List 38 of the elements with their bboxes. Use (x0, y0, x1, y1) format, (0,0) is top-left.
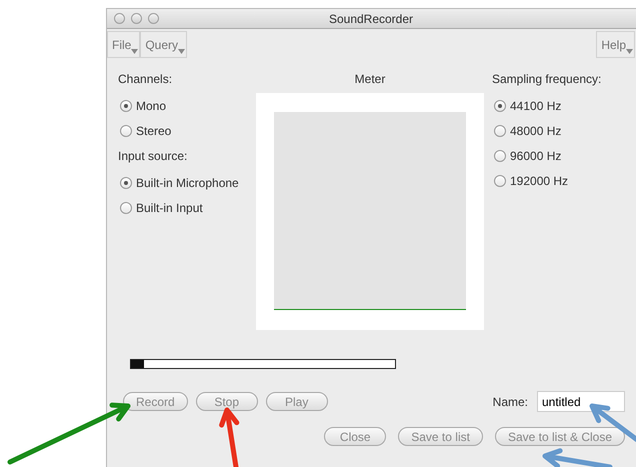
radio-label: 96000 Hz (510, 148, 562, 162)
radio-label: 44100 Hz (510, 98, 562, 112)
name-label: Name: (492, 394, 528, 408)
radio-button[interactable] (120, 100, 132, 112)
group-label: Channels: (118, 71, 174, 88)
caret-icon (178, 49, 186, 54)
radio-button[interactable] (494, 100, 506, 112)
dialog-button[interactable]: Close (324, 427, 386, 446)
caret-icon (131, 49, 138, 54)
window-control-button[interactable] (131, 13, 142, 24)
window-control-button[interactable] (148, 13, 159, 24)
name-field[interactable]: untitled (537, 391, 625, 412)
group-label: Input source: (118, 148, 188, 165)
radio-button[interactable] (120, 176, 132, 188)
transport-button[interactable]: Play (266, 392, 328, 411)
radio-label: 48000 Hz (510, 124, 562, 138)
radio-label: Built-in Microphone (136, 176, 239, 190)
meter-label: Meter (354, 71, 386, 88)
group-label: Sampling frequency: (492, 71, 602, 88)
window-title: SoundRecorder (328, 12, 414, 26)
radio-label: Built-in Input (136, 200, 203, 214)
radio-button[interactable] (120, 124, 132, 136)
dialog-button[interactable]: Save to list (398, 427, 483, 446)
caret-icon (626, 49, 633, 54)
radio-label: Stereo (136, 124, 172, 138)
menu-button[interactable]: File (107, 31, 140, 58)
transport-button[interactable]: Record (123, 392, 188, 411)
radio-button[interactable] (494, 124, 506, 136)
dialog-button[interactable]: Save to list & Close (494, 427, 625, 446)
radio-button[interactable] (494, 150, 506, 162)
radio-label: Mono (136, 98, 166, 112)
menu-button[interactable]: Query (140, 31, 188, 58)
transport-button[interactable]: Stop (196, 392, 258, 411)
radio-button[interactable] (494, 174, 506, 186)
help-menu-button[interactable]: Help (596, 31, 635, 58)
radio-label: 192000 Hz (510, 174, 568, 188)
window-control-button[interactable] (114, 13, 125, 24)
radio-button[interactable] (120, 202, 132, 214)
